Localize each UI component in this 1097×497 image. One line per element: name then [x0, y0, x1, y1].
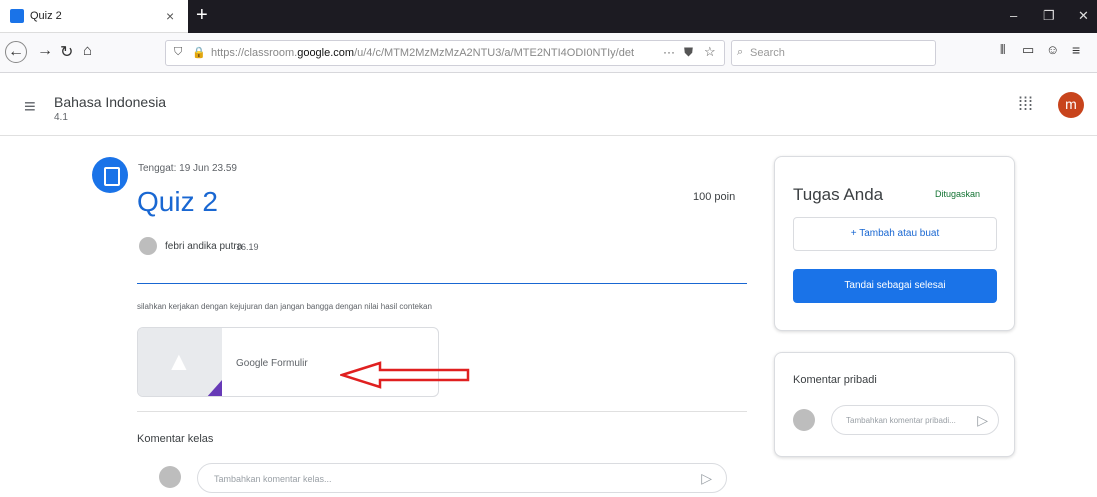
browser-tab[interactable]: Quiz 2 × — [0, 0, 188, 33]
your-work-title: Tugas Anda — [793, 185, 884, 204]
google-apps-grid-icon[interactable]: ⁞⁞⁞ — [1018, 94, 1033, 115]
private-comments-title: Komentar pribadi — [793, 374, 877, 386]
class-comment-placeholder: Tambahkan komentar kelas... — [214, 474, 332, 484]
search-bar[interactable]: ⌕ Search — [731, 40, 936, 66]
account-icon[interactable]: ☺ — [1046, 42, 1059, 57]
reload-icon[interactable]: ↻ — [60, 42, 73, 62]
tabbar-background — [188, 0, 1097, 33]
back-arrow-icon[interactable]: ← — [5, 41, 27, 63]
sidebar-icon[interactable]: ▭ — [1022, 42, 1034, 58]
add-or-create-button[interactable]: + Tambah atau buat — [793, 217, 997, 251]
bookmark-star-icon[interactable]: ☆ — [704, 44, 716, 60]
menu-icon[interactable]: ≡ — [1072, 42, 1080, 58]
mark-as-done-button[interactable]: Tandai sebagai selesai — [793, 269, 997, 303]
attachment-label: Google Formulir — [236, 358, 308, 369]
search-placeholder: Search — [750, 47, 785, 59]
shield-icon[interactable]: ⛉ — [174, 46, 182, 59]
due-date: Tenggat: 19 Jun 23.59 — [138, 163, 237, 174]
new-tab-button[interactable]: + — [196, 4, 208, 27]
commenter-avatar — [159, 466, 181, 488]
lock-icon[interactable]: 🔒 — [192, 46, 206, 59]
assignment-points: 100 poin — [693, 191, 736, 203]
annotation-arrow-icon — [340, 361, 470, 389]
drive-icon: ▲ — [166, 346, 192, 376]
send-icon[interactable]: ▷ — [701, 470, 712, 487]
window-close-button[interactable]: ✕ — [1078, 8, 1089, 24]
tab-close-icon[interactable]: × — [166, 8, 174, 24]
forms-badge-icon — [206, 380, 222, 396]
pocket-icon[interactable]: ⛊ — [684, 45, 693, 60]
user-avatar[interactable]: m — [1058, 92, 1084, 118]
more-actions-icon[interactable]: ··· — [663, 45, 675, 59]
forward-arrow-icon[interactable]: → — [37, 42, 53, 60]
assignment-icon — [92, 157, 128, 193]
browser-navbar: ← → ↻ ⌂ ⛉ 🔒 https://classroom.google.com… — [0, 33, 1097, 73]
post-time: 16.19 — [236, 242, 259, 252]
maximize-button[interactable]: ❐ — [1043, 8, 1055, 24]
class-section: 4.1 — [54, 112, 68, 123]
title-divider — [137, 283, 747, 284]
classroom-favicon-icon — [10, 9, 24, 23]
tab-title: Quiz 2 — [30, 10, 62, 22]
search-icon: ⌕ — [737, 46, 744, 58]
browser-tabbar: Quiz 2 × + – ❐ ✕ — [0, 0, 1097, 33]
assignment-instructions: silahkan kerjakan dengan kejujuran dan j… — [137, 302, 432, 311]
hamburger-menu-icon[interactable]: ≡ — [24, 96, 36, 119]
private-commenter-avatar — [793, 409, 815, 431]
class-comment-input[interactable]: Tambahkan komentar kelas... ▷ — [197, 463, 727, 493]
assignment-title: Quiz 2 — [137, 186, 218, 217]
home-icon[interactable]: ⌂ — [83, 42, 92, 59]
class-comments-label: Komentar kelas — [137, 433, 214, 445]
classroom-header: ≡ Bahasa Indonesia 4.1 ⁞⁞⁞ m — [0, 74, 1097, 136]
your-work-card: Tugas Anda Ditugaskan + Tambah atau buat… — [774, 156, 1015, 331]
url-text[interactable]: https://classroom.google.com/u/4/c/MTM2M… — [211, 47, 656, 59]
url-bar[interactable]: ⛉ 🔒 https://classroom.google.com/u/4/c/M… — [165, 40, 725, 66]
private-comment-placeholder: Tambahkan komentar pribadi... — [846, 416, 956, 425]
class-title[interactable]: Bahasa Indonesia — [54, 94, 166, 110]
private-send-icon[interactable]: ▷ — [977, 412, 988, 429]
library-icon[interactable]: ⫴ — [1000, 42, 1005, 58]
author-name: febri andika putra — [165, 241, 243, 252]
comments-divider — [137, 411, 747, 412]
work-status: Ditugaskan — [935, 189, 981, 199]
minimize-button[interactable]: – — [1010, 8, 1017, 23]
author-avatar — [139, 237, 157, 255]
private-comment-input[interactable]: Tambahkan komentar pribadi... ▷ — [831, 405, 999, 435]
attachment-thumbnail: ▲ — [138, 328, 222, 396]
private-comments-card: Komentar pribadi Tambahkan komentar prib… — [774, 352, 1015, 457]
